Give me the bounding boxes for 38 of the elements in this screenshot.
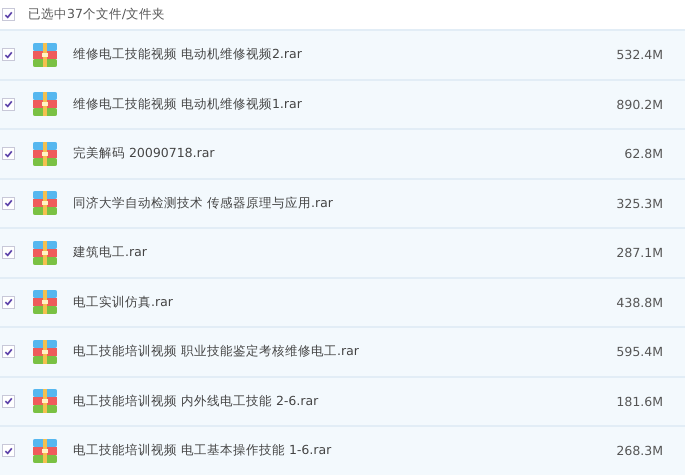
archive-icon (33, 191, 57, 216)
archive-icon (33, 290, 57, 314)
checkbox[interactable] (2, 196, 15, 210)
archive-icon (33, 240, 57, 265)
file-size: 181.6M (616, 394, 663, 409)
checkbox[interactable] (2, 98, 15, 111)
checkbox[interactable] (2, 246, 15, 260)
archive-icon (33, 142, 57, 166)
file-name: 建筑电工.rar (73, 244, 148, 262)
file-size: 438.8M (616, 294, 663, 310)
file-size: 62.8M (624, 146, 663, 162)
checkbox[interactable] (2, 296, 15, 309)
file-size: 268.3M (616, 443, 663, 458)
file-name: 电工实训仿真.rar (73, 294, 174, 311)
file-name: 电工技能培训视频 职业技能鉴定考核维修电工.rar (73, 343, 360, 360)
checkbox[interactable] (2, 48, 15, 62)
file-name: 维修电工技能视频 电动机维修视频2.rar (73, 46, 303, 64)
archive-icon (33, 340, 57, 364)
archive-icon (33, 438, 57, 463)
archive-icon (33, 389, 57, 414)
file-name: 电工技能培训视频 内外线电工技能 2-6.rar (73, 392, 320, 410)
checkbox[interactable] (2, 147, 15, 160)
checkbox[interactable] (2, 444, 15, 458)
checkbox[interactable] (2, 394, 15, 408)
file-name: 电工技能培训视频 电工基本操作技能 1-6.rar (73, 442, 332, 460)
file-name: 维修电工技能视频 电动机维修视频1.rar (73, 96, 303, 113)
file-size: 532.4M (616, 47, 663, 62)
archive-icon (33, 92, 57, 116)
file-size: 287.1M (616, 245, 663, 260)
file-size: 595.4M (616, 344, 663, 360)
selection-count: 已选中37个文件/文件夹 (28, 6, 166, 23)
archive-icon (33, 42, 57, 67)
file-name: 完美解码 20090718.rar (73, 145, 216, 162)
checkbox[interactable] (2, 345, 15, 358)
checkbox[interactable] (2, 8, 15, 21)
file-size: 890.2M (616, 96, 663, 112)
file-size: 325.3M (616, 196, 663, 211)
file-name: 同济大学自动检测技术 传感器原理与应用.rar (73, 194, 334, 212)
